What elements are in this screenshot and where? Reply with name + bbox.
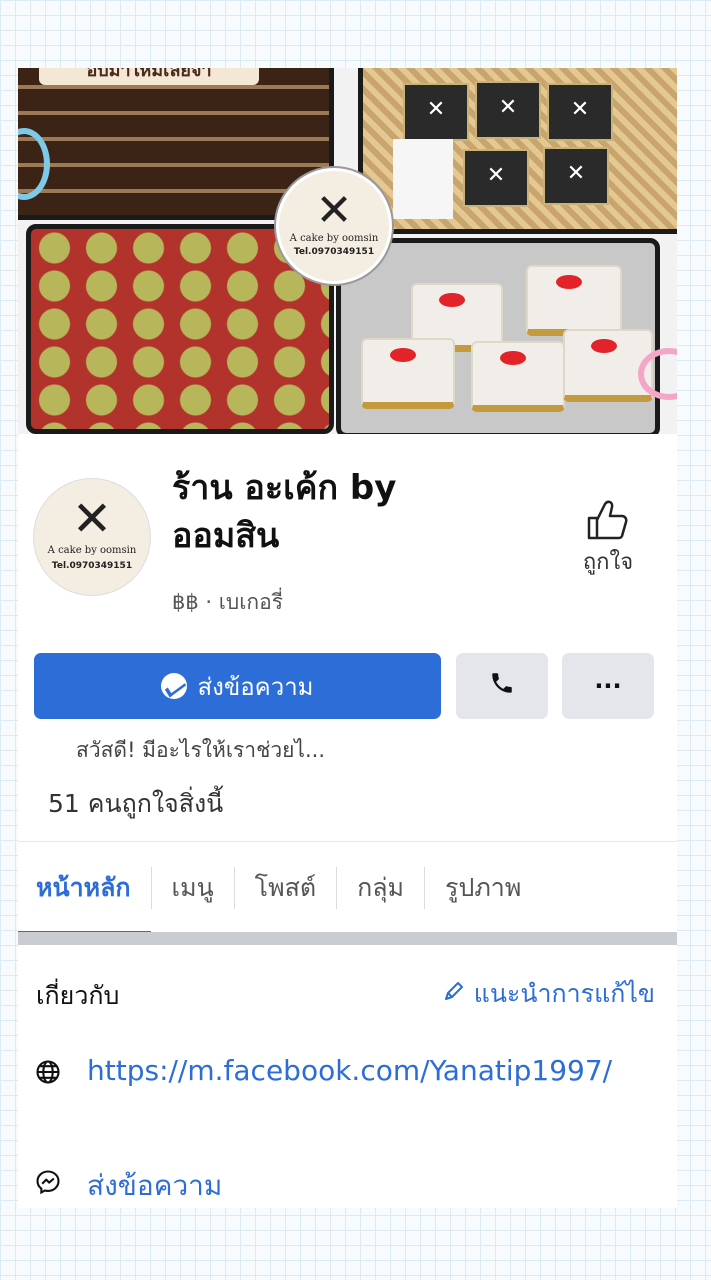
messenger-icon [161,673,188,699]
like-label: ถูกใจ [582,550,634,575]
about-heading: เกี่ยวกับ [36,981,120,1010]
divider [18,841,677,842]
cake-box [475,81,541,139]
page-title: ร้าน อะเค้ก by ออมสิน [172,468,397,556]
message-button[interactable]: ส่งข้อความ [34,653,441,719]
tab-home[interactable]: หน้าหลัก [18,844,151,934]
cake-piece [361,338,455,409]
tab-groups[interactable]: กลุ่ม [337,844,424,932]
tab-posts[interactable]: โพสต์ [235,844,336,932]
cake-piece [526,265,622,336]
likes-count: 51 คนถูกใจสิ่งนี้ [48,789,224,818]
cover-logo: ✕ A cake by oomsin Tel.0970349151 [276,168,392,284]
tab-menu[interactable]: เมนู [152,844,234,932]
cake-piece [471,341,565,412]
greeting-text: สวัสดี! มีอะไรให้เราช่วยไ... [76,738,326,762]
globe-icon [34,1058,62,1086]
page-category: ฿฿ · เบเกอรี่ [172,590,284,614]
whisk-rolling-pin-icon: ✕ [71,491,113,547]
section-divider [18,932,677,945]
page-card: อบมาใหม่เลยจ้า ✕ A cake by oomsin Tel.09… [18,68,677,1208]
profile-avatar[interactable]: ✕ A cake by oomsin Tel.0970349151 [33,478,151,596]
avatar-line2: Tel.0970349151 [51,561,133,571]
cover-tile-boxes [358,68,677,234]
avatar-line1: A cake by oomsin [47,545,137,556]
pencil-icon [442,979,466,1009]
tab-photos[interactable]: รูปภาพ [425,844,541,932]
cover-tile-cakes [336,238,660,434]
cake-box [403,83,469,141]
call-button[interactable] [456,653,548,719]
like-button[interactable]: ถูกใจ [578,498,638,579]
cake-box [547,83,613,141]
messenger-icon [34,1168,62,1196]
website-link[interactable]: https://m.facebook.com/Yanatip1997/ [87,1052,657,1090]
cake-box [543,147,609,205]
suggest-edit-link[interactable]: แนะนำการแก้ไข [442,974,655,1014]
cover-logo-line2: Tel.0970349151 [293,247,375,257]
more-button[interactable]: ··· [562,653,654,719]
message-button-label: ส่งข้อความ [197,672,314,701]
tab-bar: หน้าหลัก เมนู โพสต์ กลุ่ม รูปภาพ [18,844,677,934]
thumbs-up-icon [578,498,638,544]
more-icon: ··· [594,672,622,700]
cover-photo[interactable]: อบมาใหม่เลยจ้า ✕ A cake by oomsin Tel.09… [18,68,677,434]
cake-box [463,149,529,207]
cover-banner: อบมาใหม่เลยจ้า [39,68,259,85]
suggest-edit-label: แนะนำการแก้ไข [473,979,655,1008]
person-photo [393,139,453,219]
cover-logo-line1: A cake by oomsin [289,233,379,244]
send-message-link[interactable]: ส่งข้อความ [87,1164,222,1208]
whisk-rolling-pin-icon: ✕ [315,185,353,236]
phone-icon [489,670,515,702]
